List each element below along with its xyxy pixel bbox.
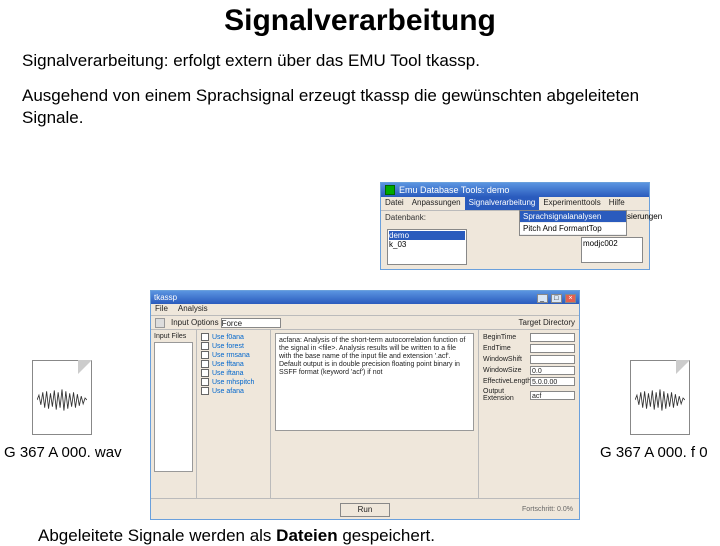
emu-db-label: Datenbank:	[385, 213, 426, 222]
param-label: EndTime	[483, 345, 527, 352]
emu-file-list[interactable]: modjc002	[581, 237, 643, 263]
minimize-icon[interactable]: _	[537, 294, 548, 303]
description-panel: acfana: Analysis of the short-term autoc…	[271, 330, 479, 498]
opt-afana: Use afana	[212, 388, 244, 395]
outputextension-input[interactable]: acf	[530, 391, 575, 400]
input-options-dropdown[interactable]: Force	[221, 318, 281, 328]
emu-db-list[interactable]: demo k_03	[387, 229, 467, 265]
tkassp-menu-analysis[interactable]: Analysis	[178, 304, 208, 315]
input-file-label: G 367 A 000. wav	[4, 444, 122, 461]
tkassp-title: tkassp	[154, 293, 177, 302]
tkassp-menu-file[interactable]: File	[155, 304, 168, 315]
tkassp-footer: Run Fortschritt: 0.0%	[151, 498, 579, 520]
emu-submenu-item-2[interactable]: Pitch And FormantTop	[520, 223, 626, 235]
opt-mhspitch: Use mhspitch	[212, 379, 254, 386]
analysis-options-panel: Use f0ana Use forest Use rmsana Use ffta…	[197, 330, 271, 498]
emu-db-list-item[interactable]: demo	[389, 231, 465, 240]
endtime-input[interactable]	[530, 344, 575, 353]
input-files-list[interactable]	[154, 342, 193, 472]
emu-title: Emu Database Tools: demo	[399, 185, 509, 195]
tkassp-titlebar: tkassp _ □ ×	[151, 291, 579, 304]
intro-paragraph-2: Ausgehend von einem Sprachsignal erzeugt…	[22, 85, 698, 128]
checkbox-f0ana[interactable]	[201, 333, 209, 341]
input-options-label: Input Options	[171, 318, 219, 327]
checkbox-fftana[interactable]	[201, 360, 209, 368]
checkbox-rmsana[interactable]	[201, 351, 209, 359]
maximize-icon[interactable]: □	[551, 294, 562, 303]
input-file-icon	[32, 360, 92, 435]
tkassp-menubar[interactable]: File Analysis	[151, 304, 579, 316]
emu-menu-hilfe[interactable]: Hilfe	[605, 197, 629, 210]
run-button[interactable]: Run	[340, 503, 390, 517]
emu-titlebar: Emu Database Tools: demo	[381, 183, 649, 197]
begintime-input[interactable]	[530, 333, 575, 342]
opt-forest: Use forest	[212, 343, 244, 350]
intro-paragraph-1: Signalverarbeitung: erfolgt extern über …	[22, 50, 698, 71]
emu-submenu-trail: sierungen	[627, 212, 662, 221]
emu-file-list-item[interactable]: modjc002	[583, 239, 641, 248]
close-icon[interactable]: ×	[565, 294, 576, 303]
footer-paragraph: Abgeleitete Signale werden als Dateien g…	[38, 526, 435, 546]
waveform-icon	[37, 389, 87, 411]
param-label: WindowShift	[483, 356, 527, 363]
toolbar-icon[interactable]	[155, 318, 165, 328]
emu-submenu[interactable]: Sprachsignalanalysen Pitch And FormantTo…	[519, 210, 627, 236]
parameters-panel: BeginTime EndTime WindowShift WindowSize…	[479, 330, 579, 498]
emu-menubar[interactable]: Datei Anpassungen Signalverarbeitung Exp…	[381, 197, 649, 211]
param-label: EffectiveLength	[483, 378, 527, 385]
emu-menu-datei[interactable]: Datei	[381, 197, 408, 210]
input-files-panel: Input Files	[151, 330, 197, 498]
windowshift-input[interactable]	[530, 355, 575, 364]
tkassp-window-buttons: _ □ ×	[536, 293, 576, 303]
input-files-label: Input Files	[154, 333, 193, 340]
emu-submenu-item-1[interactable]: Sprachsignalanalysen	[520, 211, 626, 223]
emu-menu-signalverarbeitung[interactable]: Signalverarbeitung	[465, 197, 540, 210]
param-label: WindowSize	[483, 367, 527, 374]
page-title: Signalverarbeitung	[0, 4, 720, 38]
checkbox-iftana[interactable]	[201, 369, 209, 377]
tkassp-window: tkassp _ □ × File Analysis Input Options…	[150, 290, 580, 520]
opt-fftana: Use fftana	[212, 361, 244, 368]
progress-label: Fortschritt: 0.0%	[522, 506, 573, 513]
description-text: acfana: Analysis of the short-term autoc…	[275, 333, 474, 431]
checkbox-forest[interactable]	[201, 342, 209, 350]
emu-menu-anpassungen[interactable]: Anpassungen	[408, 197, 465, 210]
emu-database-window: Emu Database Tools: demo Datei Anpassung…	[380, 182, 650, 270]
opt-rmsana: Use rmsana	[212, 352, 250, 359]
emu-menu-experimenttools[interactable]: Experimenttools	[539, 197, 604, 210]
effectivelength-input[interactable]: 5.0.0.00	[530, 377, 575, 386]
param-label: BeginTime	[483, 334, 527, 341]
opt-f0ana: Use f0ana	[212, 334, 244, 341]
emu-app-icon	[385, 185, 395, 195]
tkassp-toolbar: Input Options Force Target Directory	[151, 316, 579, 330]
waveform-icon	[635, 389, 685, 411]
target-directory-label: Target Directory	[519, 318, 575, 327]
param-label: Output Extension	[483, 388, 527, 402]
checkbox-afana[interactable]	[201, 387, 209, 395]
output-file-label: G 367 A 000. f 0	[600, 444, 708, 461]
emu-db-list-item[interactable]: k_03	[389, 240, 465, 249]
opt-iftana: Use iftana	[212, 370, 244, 377]
checkbox-mhspitch[interactable]	[201, 378, 209, 386]
windowsize-input[interactable]: 0.0	[530, 366, 575, 375]
output-file-icon	[630, 360, 690, 435]
